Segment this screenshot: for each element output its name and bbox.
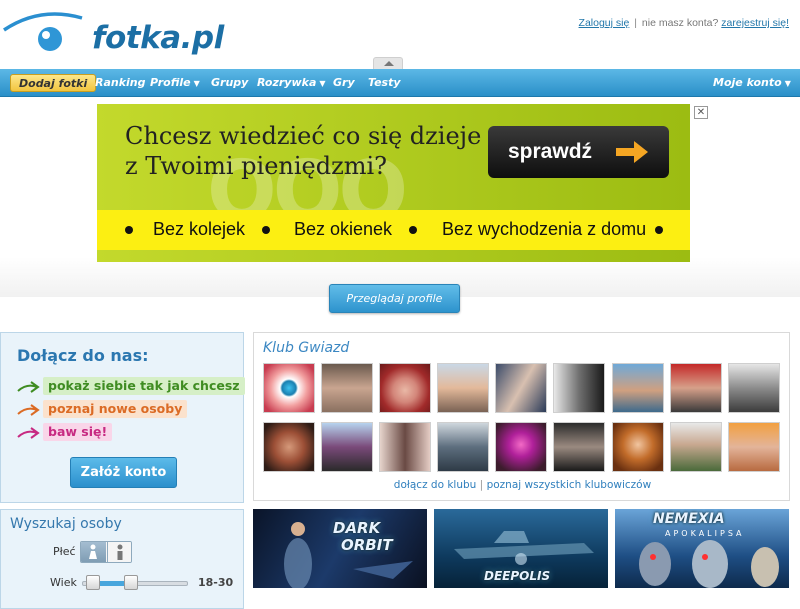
nav-entertainment[interactable]: Rozrywka ▼ [257,76,326,89]
female-toggle-button[interactable] [81,542,106,562]
male-icon [117,544,123,560]
search-panel: Wyszukaj osoby Płeć Wiek 18-30 [0,509,244,609]
club-links: dołącz do klubu | poznaj wszystkich klub… [254,479,791,491]
member-photo[interactable] [553,422,605,472]
join-club-link[interactable]: dołącz do klubu [394,479,477,491]
game-banner-nemexia[interactable]: NEMEXIA APOKALIPSA [615,509,789,588]
age-slider-max-handle[interactable] [124,575,138,590]
bullet-icon [125,226,133,234]
join-panel: Dołącz do nas: pokaż siebie tak jak chce… [0,332,245,503]
member-photo[interactable] [321,363,373,413]
member-photo[interactable] [263,363,315,413]
benefit-text: Bez wychodzenia z domu [442,219,647,239]
chevron-down-icon: ▼ [784,79,791,88]
game-title: DEEPOLIS [484,569,551,583]
member-photo[interactable] [263,422,315,472]
login-link[interactable]: Zaloguj się [579,17,630,29]
green-arrow-icon [17,381,40,393]
banner-headline-1: Chcesz wiedzieć co się dzieje [125,122,482,150]
separator: | [479,479,484,491]
close-ad-icon[interactable]: ✕ [694,106,708,119]
member-photo[interactable] [379,363,431,413]
orange-arrow-icon [17,404,40,416]
member-photo[interactable] [495,422,547,472]
account-links: Zaloguj się | nie masz konta? zarejestru… [579,17,789,29]
game-banner-deepolis[interactable]: DEEPOLIS [434,509,608,588]
eye-logo-icon [3,12,83,51]
member-photo[interactable] [553,363,605,413]
ad-banner[interactable]: OOO Chcesz wiedzieć co się dzieje z Twoi… [97,104,690,262]
game-title: ORBIT [341,536,393,554]
member-photo[interactable] [379,422,431,472]
member-photo[interactable] [728,422,780,472]
banner-cta-button[interactable]: sprawdź [488,126,669,178]
nav-profile[interactable]: Profile ▼ [150,76,200,89]
game-title: NEMEXIA [653,511,725,527]
no-account-text: nie masz konta? [641,17,719,29]
bullet-icon [655,226,663,234]
join-title: Dołącz do nas: [17,346,149,365]
age-range-value: 18-30 [198,576,234,589]
club-title: Klub Gwiazd [263,340,350,356]
member-photo[interactable] [612,363,664,413]
nav-ranking[interactable]: Ranking [95,76,146,89]
nav-tests[interactable]: Testy [368,76,401,89]
banner-headline-2: z Twoimi pieniędzmi? [125,152,388,180]
chevron-down-icon: ▼ [193,79,200,88]
separator: | [634,17,637,29]
member-photo[interactable] [670,363,722,413]
sex-label: Płeć [53,545,76,558]
nav-games[interactable]: Gry [333,76,355,89]
member-photo[interactable] [670,422,722,472]
member-photo[interactable] [728,363,780,413]
age-slider-min-handle[interactable] [86,575,100,590]
age-label: Wiek [50,576,77,589]
sex-toggle [80,541,132,563]
register-link[interactable]: zarejestruj się! [721,17,789,29]
member-photo[interactable] [612,422,664,472]
arrow-right-icon [616,141,648,163]
member-photo[interactable] [321,422,373,472]
benefit-text: Bez okienek [294,219,393,239]
chevron-down-icon: ▼ [319,79,326,88]
nav-groups[interactable]: Grupy [211,76,248,89]
pink-arrow-icon [17,427,40,439]
game-title: DARK [333,519,381,537]
main-nav: Dodaj fotki Ranking Profile ▼ Grupy Rozry… [0,69,800,97]
banner-benefits: Bez kolejek Bez okienek Bez wychodzenia … [97,210,690,250]
bullet-icon [409,226,417,234]
female-icon [89,544,97,559]
club-panel: Klub Gwiazd dołącz do klubu | poznaj wsz… [253,332,790,501]
benefit-text: Bez kolejek [153,219,246,239]
member-photo[interactable] [437,363,489,413]
member-photo[interactable] [437,422,489,472]
logo-text: fotka.pl [92,20,224,56]
create-account-button[interactable]: Załóż konto [70,457,177,488]
search-title: Wyszukaj osoby [10,516,122,532]
browse-profiles-button[interactable]: Przeglądaj profile [329,284,460,313]
logo[interactable]: fotka.pl [0,4,224,64]
game-subtitle: APOKALIPSA [665,529,745,538]
all-members-link[interactable]: poznaj wszystkich klubowiczów [487,479,652,491]
add-photos-button[interactable]: Dodaj fotki [10,74,97,92]
bullet-icon [262,226,270,234]
nav-my-account[interactable]: Moje konto ▼ [713,76,791,89]
male-toggle-button[interactable] [107,542,131,562]
collapse-header-toggle[interactable] [373,57,403,69]
game-banner-dark-orbit[interactable]: DARK ORBIT [253,509,427,588]
member-photo[interactable] [495,363,547,413]
